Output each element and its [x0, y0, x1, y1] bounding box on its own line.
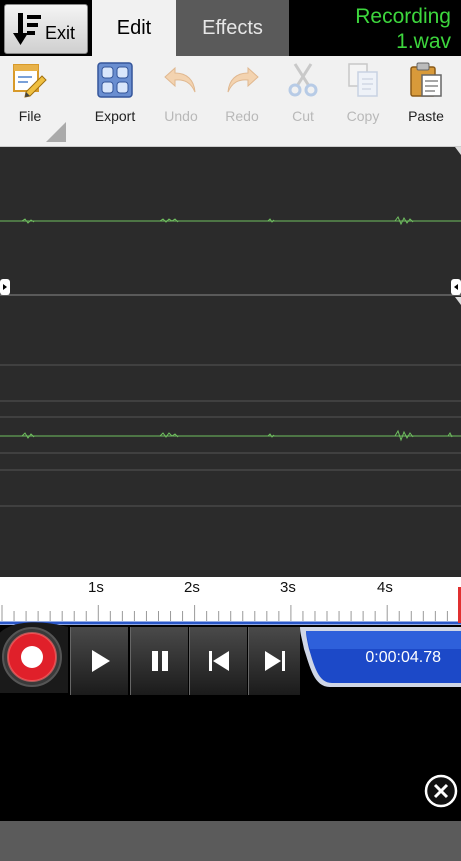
- export-icon: [97, 62, 133, 98]
- transport-bar: 0:00:04.78: [0, 622, 461, 700]
- skip-start-icon: [208, 651, 229, 671]
- undo-label: Undo: [164, 108, 198, 124]
- paste-label: Paste: [408, 108, 444, 124]
- tick-label: 3s: [280, 579, 296, 596]
- redo-button[interactable]: Redo: [212, 62, 272, 142]
- edit-toolbar: File Export Undo Redo Cut Copy Paste: [0, 56, 461, 147]
- pause-button[interactable]: [130, 627, 188, 695]
- cut-button[interactable]: Cut: [273, 62, 333, 142]
- skip-end-icon: [264, 651, 285, 671]
- top-right-marker: [455, 147, 461, 155]
- waveform-view[interactable]: [0, 147, 461, 577]
- copy-label: Copy: [346, 108, 380, 124]
- left-selection-handle[interactable]: [0, 279, 10, 295]
- cut-label: Cut: [292, 108, 314, 124]
- timeline-ruler[interactable]: 1s 2s 3s 4s: [0, 577, 461, 625]
- tab-edit[interactable]: Edit: [92, 0, 176, 56]
- redo-icon: [227, 66, 259, 93]
- play-button[interactable]: [70, 627, 128, 695]
- exit-label: Exit: [45, 22, 76, 43]
- file-title: Recording 1.wav: [355, 5, 451, 53]
- file-menu-indicator: [46, 122, 66, 142]
- paste-icon: [410, 62, 442, 97]
- play-icon: [91, 650, 110, 672]
- redo-label: Redo: [225, 108, 259, 124]
- undo-icon: [164, 66, 196, 93]
- record-icon: [21, 646, 43, 668]
- exit-button[interactable]: Exit: [4, 4, 88, 54]
- time-display-panel: 0:00:04.78: [300, 627, 461, 687]
- elapsed-time: 0:00:04.78: [365, 649, 441, 666]
- copy-icon: [348, 63, 378, 97]
- skip-to-start-button[interactable]: [189, 627, 247, 695]
- file-label: File: [18, 108, 42, 124]
- close-button[interactable]: [424, 774, 458, 808]
- tick-label: 1s: [88, 579, 104, 596]
- tick-label: 2s: [184, 579, 200, 596]
- undo-button[interactable]: Undo: [151, 62, 211, 142]
- scissors-icon: [288, 63, 318, 97]
- copy-button[interactable]: Copy: [333, 62, 393, 142]
- skip-to-end-button[interactable]: [248, 627, 300, 695]
- top-bar: Exit Edit Effects Recording 1.wav: [0, 0, 461, 56]
- file-edit-icon: [13, 64, 47, 98]
- pause-icon: [151, 651, 168, 671]
- tab-effects[interactable]: Effects: [176, 0, 289, 56]
- tick-label: 4s: [377, 579, 393, 596]
- exit-icon: [13, 13, 41, 45]
- right-selection-handle[interactable]: [451, 279, 461, 295]
- record-button[interactable]: [0, 617, 68, 693]
- export-label: Export: [94, 108, 136, 124]
- waveform-canvas: [0, 147, 461, 507]
- bottom-bar: [0, 821, 461, 861]
- paste-button[interactable]: Paste: [396, 62, 456, 142]
- export-button[interactable]: Export: [85, 62, 145, 142]
